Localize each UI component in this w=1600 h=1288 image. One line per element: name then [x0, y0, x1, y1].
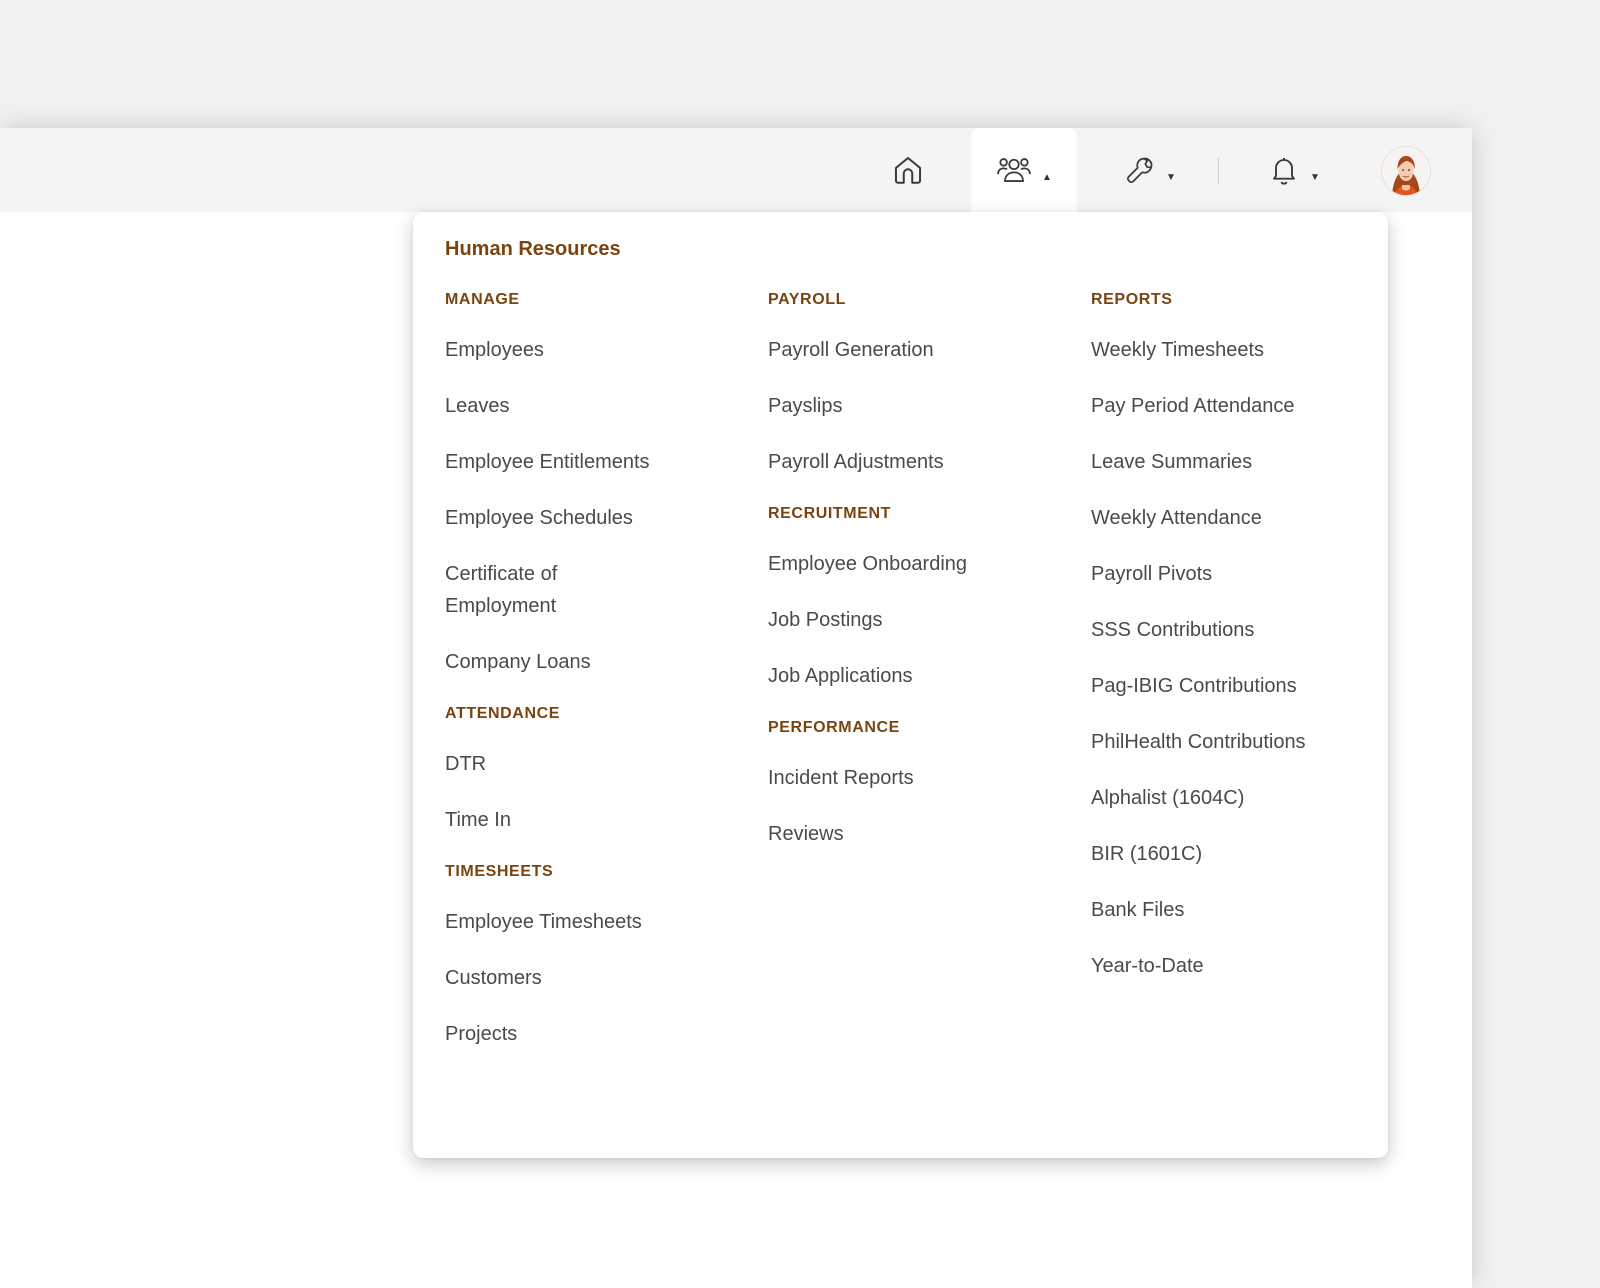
menu-link-leaves[interactable]: Leaves [445, 390, 745, 422]
users-icon [996, 153, 1032, 187]
section-heading-payroll: PAYROLL [768, 291, 846, 308]
menu-link-bank-files[interactable]: Bank Files [1091, 894, 1391, 926]
menu-link-time-in[interactable]: Time In [445, 804, 745, 836]
menu-link-year-to-date[interactable]: Year-to-Date [1091, 950, 1391, 982]
menu-link-certificate-of-employment[interactable]: Certificate of Employment [445, 558, 665, 622]
section-heading-recruitment: RECRUITMENT [768, 505, 892, 522]
menu-link-employee-onboarding[interactable]: Employee Onboarding [768, 548, 1068, 580]
menu-link-leave-summaries[interactable]: Leave Summaries [1091, 446, 1391, 478]
hr-dropdown-menu: Human Resources MANAGE Employees Leaves … [413, 212, 1388, 1158]
nav-notifications-button[interactable]: ▼ [1254, 128, 1334, 212]
bell-icon [1268, 153, 1300, 187]
wrench-icon [1124, 154, 1156, 186]
menu-link-payroll-generation[interactable]: Payroll Generation [768, 334, 1068, 366]
section-heading-reports: REPORTS [1091, 291, 1173, 308]
section-heading-manage: MANAGE [445, 291, 520, 308]
menu-link-pay-period-attendance[interactable]: Pay Period Attendance [1091, 390, 1391, 422]
menu-link-bir-1601c[interactable]: BIR (1601C) [1091, 838, 1391, 870]
section-heading-timesheets: TIMESHEETS [445, 863, 554, 880]
home-icon [891, 153, 925, 187]
menu-link-payslips[interactable]: Payslips [768, 390, 1068, 422]
menu-link-company-loans[interactable]: Company Loans [445, 646, 745, 678]
nav-tools-menu-button[interactable]: ▼ [1110, 128, 1190, 212]
menu-link-job-postings[interactable]: Job Postings [768, 604, 1068, 636]
menu-link-projects[interactable]: Projects [445, 1018, 745, 1050]
caret-down-icon: ▼ [1310, 171, 1320, 183]
menu-link-customers[interactable]: Customers [445, 962, 745, 994]
menu-link-dtr[interactable]: DTR [445, 748, 745, 780]
menu-link-weekly-attendance[interactable]: Weekly Attendance [1091, 502, 1391, 534]
menu-link-employees[interactable]: Employees [445, 334, 745, 366]
menu-link-employee-timesheets[interactable]: Employee Timesheets [445, 906, 745, 938]
user-avatar[interactable] [1381, 146, 1431, 196]
menu-link-sss-contributions[interactable]: SSS Contributions [1091, 614, 1391, 646]
caret-down-icon: ▼ [1166, 171, 1176, 183]
nav-hr-menu-button[interactable]: ▲ [971, 128, 1077, 212]
menu-link-job-applications[interactable]: Job Applications [768, 660, 1068, 692]
section-heading-attendance: ATTENDANCE [445, 705, 561, 722]
menu-link-payroll-adjustments[interactable]: Payroll Adjustments [768, 446, 1068, 478]
menu-link-weekly-timesheets[interactable]: Weekly Timesheets [1091, 334, 1391, 366]
menu-link-pag-ibig-contributions[interactable]: Pag-IBIG Contributions [1091, 670, 1391, 702]
menu-link-incident-reports[interactable]: Incident Reports [768, 762, 1068, 794]
menu-column-3: REPORTS Weekly Timesheets Pay Period Att… [1091, 288, 1391, 1006]
menu-column-2: PAYROLL Payroll Generation Payslips Payr… [768, 288, 1068, 874]
menu-link-philhealth-contributions[interactable]: PhilHealth Contributions [1091, 726, 1391, 758]
menu-link-reviews[interactable]: Reviews [768, 818, 1068, 850]
menu-link-employee-schedules[interactable]: Employee Schedules [445, 502, 745, 534]
menu-link-alphalist-1604c[interactable]: Alphalist (1604C) [1091, 782, 1391, 814]
section-heading-performance: PERFORMANCE [768, 719, 900, 736]
caret-up-icon: ▲ [1042, 171, 1052, 183]
dropdown-title: Human Resources [445, 238, 621, 260]
menu-link-employee-entitlements[interactable]: Employee Entitlements [445, 446, 745, 478]
nav-home-button[interactable] [880, 128, 936, 212]
menu-column-1: MANAGE Employees Leaves Employee Entitle… [445, 288, 745, 1074]
nav-divider [1218, 158, 1219, 184]
menu-link-payroll-pivots[interactable]: Payroll Pivots [1091, 558, 1391, 590]
top-navigation-bar: ▲ ▼ ▼ [0, 128, 1472, 212]
